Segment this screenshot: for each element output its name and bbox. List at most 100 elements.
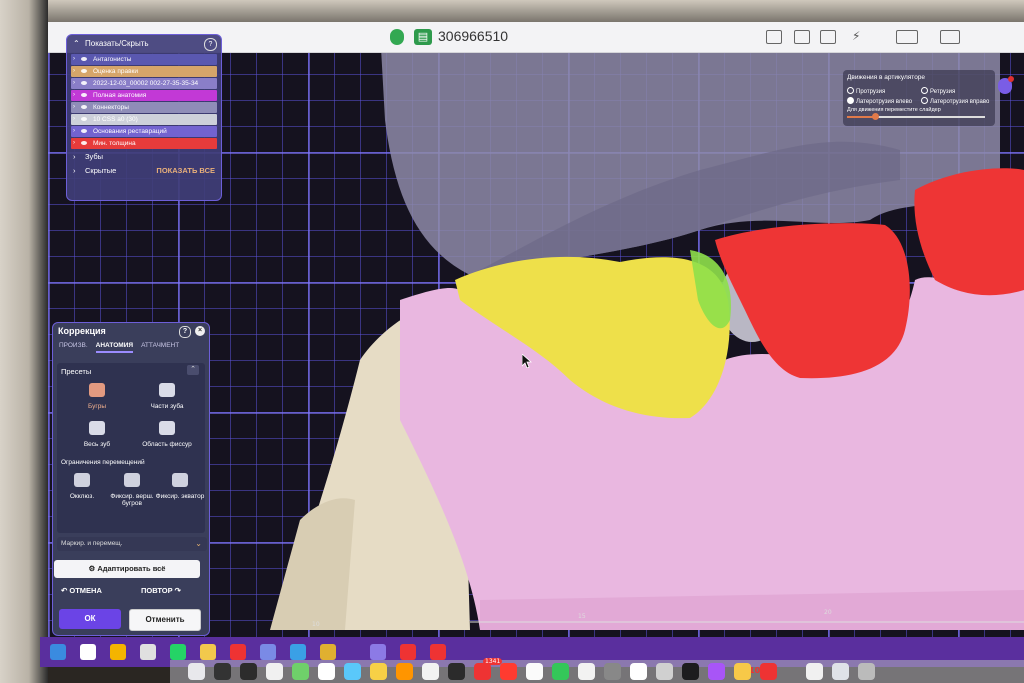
dock-app-icon[interactable] [760, 663, 777, 680]
eye-icon[interactable] [81, 57, 87, 61]
collapse-chevron-icon[interactable]: ⌃ [187, 365, 199, 375]
preset-tooth-parts[interactable]: Части зуба [135, 383, 199, 410]
dock-app-icon[interactable] [292, 663, 309, 680]
app-icon[interactable] [430, 644, 446, 660]
chat-icon[interactable] [140, 644, 156, 660]
dock-app-icon[interactable] [734, 663, 751, 680]
constraint-fix-cusp-tips[interactable]: Фиксир. верш. бугров [107, 473, 157, 507]
motion-option-lateral-left[interactable]: Латеротрузия влево [847, 97, 912, 105]
expand-chevron-icon[interactable]: › [73, 66, 75, 77]
dock-app-icon[interactable] [526, 663, 543, 680]
close-icon[interactable]: × [195, 326, 205, 336]
dock-app-icon[interactable] [188, 663, 205, 680]
dock-app-icon[interactable] [214, 663, 231, 680]
redo-button[interactable]: ПОВТОР ↷ [141, 586, 181, 595]
chat-icon[interactable] [794, 30, 810, 44]
eye-icon[interactable] [81, 81, 87, 85]
ok-button[interactable]: ОК [59, 609, 121, 629]
app-icon[interactable] [110, 644, 126, 660]
dock-app-icon[interactable] [656, 663, 673, 680]
visibility-row[interactable]: › 2022-12-03_00002 002-27-35-35-34 [71, 78, 217, 89]
constraint-fix-equator[interactable]: Фиксир. экватор [155, 473, 205, 500]
whatsapp-icon[interactable] [170, 644, 186, 660]
visibility-row[interactable]: › 10 CSS a0 (30) [71, 114, 217, 125]
undo-button[interactable]: ↶ ОТМЕНА [61, 586, 102, 595]
eye-icon[interactable] [81, 129, 87, 133]
monitor-icon[interactable] [940, 30, 960, 44]
comment-icon[interactable] [820, 30, 836, 44]
collapse-chevron-icon[interactable]: ⌃ [73, 35, 80, 53]
dock-app-icon[interactable] [422, 663, 439, 680]
eye-icon[interactable] [81, 93, 87, 97]
adapt-all-button[interactable]: ⚙ Адаптировать всё [54, 560, 200, 578]
visibility-row[interactable]: › Коннекторы [71, 102, 217, 113]
dock-app-icon[interactable] [604, 663, 621, 680]
folder-icon[interactable] [200, 644, 216, 660]
dock-app-icon[interactable] [448, 663, 465, 680]
preset-fissure-area[interactable]: Область фиссур [135, 421, 199, 448]
dock-app-icon[interactable] [708, 663, 725, 680]
notification-icon[interactable] [998, 76, 1014, 94]
visibility-row[interactable]: › Основания реставраций [71, 126, 217, 137]
dock-app-icon[interactable] [630, 663, 647, 680]
dock-app-icon[interactable] [832, 663, 849, 680]
app-icon[interactable] [260, 644, 276, 660]
eye-icon[interactable] [81, 141, 87, 145]
windows-start-icon[interactable] [50, 644, 66, 660]
eye-icon[interactable] [81, 105, 87, 109]
expand-chevron-icon[interactable]: › [73, 126, 75, 137]
dock-app-icon[interactable] [344, 663, 361, 680]
expand-chevron-icon[interactable]: › [73, 114, 75, 125]
dock-app-icon[interactable] [266, 663, 283, 680]
dock-app-icon[interactable] [500, 663, 517, 680]
visibility-panel-header[interactable]: ⌃ Показать/Скрыть ? [67, 35, 221, 53]
dock-app-icon[interactable] [806, 663, 823, 680]
visibility-row[interactable]: › Оценка правки [71, 66, 217, 77]
expand-chevron-icon[interactable]: › [73, 102, 75, 113]
dock-app-icon[interactable] [858, 663, 875, 680]
dock-app-icon[interactable] [578, 663, 595, 680]
dock-app-icon[interactable] [318, 663, 335, 680]
dock-app-icon[interactable] [552, 663, 569, 680]
expand-chevron-icon[interactable]: › [73, 78, 75, 89]
help-icon[interactable]: ? [204, 38, 217, 51]
dock-app-icon[interactable] [370, 663, 387, 680]
app-icon[interactable] [320, 644, 336, 660]
expand-chevron-icon[interactable]: › [73, 54, 75, 65]
tab-attachment[interactable]: АТТАЧМЕНТ [141, 339, 179, 353]
dock-app-icon[interactable] [474, 663, 491, 680]
document-icon[interactable] [766, 30, 782, 44]
photos-icon[interactable] [290, 644, 306, 660]
lightning-icon[interactable]: ⚡ [852, 30, 866, 42]
mark-move-dropdown[interactable]: Маркир. и перемещ. ⌄ [57, 537, 207, 551]
help-icon[interactable]: ? [179, 326, 191, 338]
search-icon[interactable] [80, 644, 96, 660]
dock-app-icon[interactable] [682, 663, 699, 680]
tab-anatomy[interactable]: АНАТОМИЯ [95, 339, 134, 353]
hidden-section[interactable]: › Скрытые ПОКАЗАТЬ ВСЕ [67, 164, 221, 178]
preset-whole-tooth[interactable]: Весь зуб [65, 421, 129, 448]
cancel-button[interactable]: Отменить [129, 609, 201, 631]
yandex-icon[interactable] [230, 644, 246, 660]
motion-slider-knob[interactable] [871, 113, 879, 120]
preset-cusps[interactable]: Бугры [65, 383, 129, 410]
dental-app-icon[interactable] [370, 644, 386, 660]
keyboard-icon[interactable] [896, 30, 918, 44]
motion-slider[interactable] [847, 113, 985, 120]
dock-app-icon[interactable] [240, 663, 257, 680]
tab-production[interactable]: ПРОИЗВ. [59, 339, 88, 353]
motion-option-lateral-right[interactable]: Латеротрузия вправо [921, 97, 989, 105]
eye-icon[interactable] [81, 117, 87, 121]
visibility-row[interactable]: › Антагонисты [71, 54, 217, 65]
motion-option-retrusion[interactable]: Ретрузия [921, 87, 955, 95]
motion-option-protrusion[interactable]: Протрузия [847, 87, 885, 95]
dock-app-icon[interactable] [396, 663, 413, 680]
expand-chevron-icon[interactable]: › [73, 90, 75, 101]
eye-icon[interactable] [81, 69, 87, 73]
app-icon[interactable] [400, 644, 416, 660]
visibility-row[interactable]: › Полная анатомия [71, 90, 217, 101]
visibility-row[interactable]: › Мин. толщина [71, 138, 217, 149]
teeth-section[interactable]: › Зубы [67, 150, 221, 164]
show-all-button[interactable]: ПОКАЗАТЬ ВСЕ [156, 164, 215, 178]
constraint-occlusal[interactable]: Окклюз. [57, 473, 107, 500]
